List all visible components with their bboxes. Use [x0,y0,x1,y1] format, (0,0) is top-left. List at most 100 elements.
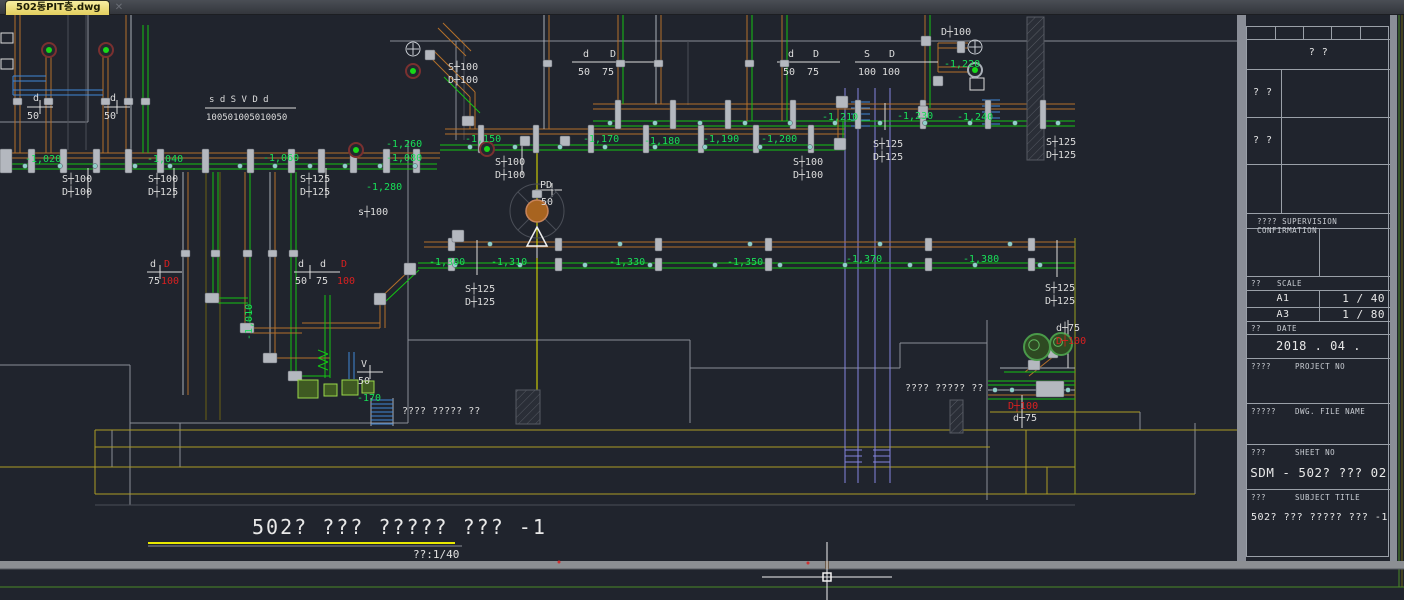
scale-a1-size: A1 [1247,293,1319,304]
title-block: ? ? ? ? ? ? ???? SUPERVISION CONFIRMATIO… [1246,26,1389,557]
svg-text:d┼75: d┼75 [1056,321,1080,334]
date-word: DATE [1277,324,1297,333]
svg-text:D: D [889,49,895,60]
svg-text:75: 75 [807,67,819,78]
sheet-border-band-right [1390,15,1397,561]
tab-close-icon[interactable]: ✕ [112,1,126,14]
svg-text:-1,150: -1,150 [465,134,501,145]
svg-text:-1,190: -1,190 [703,134,739,145]
svg-text:-1,260: -1,260 [386,139,422,150]
svg-text:-1,200: -1,200 [761,134,797,145]
svg-text:-1,230: -1,230 [897,111,933,122]
titleblock-header: ? ? [1247,47,1390,58]
project-label: ???? [1251,362,1271,371]
svg-text:???? ????? ??: ???? ????? ?? [905,383,983,394]
date-label: ?? [1251,324,1261,333]
svg-text:S┼100: S┼100 [62,172,92,185]
svg-text:S┼125: S┼125 [1045,281,1075,294]
svg-text:50: 50 [541,197,553,208]
file-label: ????? [1251,407,1276,416]
svg-text:50: 50 [104,111,116,122]
svg-text:100: 100 [858,67,876,78]
svg-text:???? ????? ??: ???? ????? ?? [402,406,480,417]
svg-text:75: 75 [602,67,614,78]
svg-text:S┼125: S┼125 [1046,135,1076,148]
svg-text:50: 50 [358,376,370,387]
svg-text:D: D [813,49,819,60]
svg-text:-1,380: -1,380 [963,254,999,265]
svg-text:S┼125: S┼125 [465,282,495,295]
sheet-label: ??? [1251,448,1266,457]
subject-label: ??? [1251,493,1266,502]
svg-text:-1,220: -1,220 [944,59,980,70]
titleblock-row2-label: ? ? [1253,135,1273,146]
svg-text:-1,280: -1,280 [366,182,402,193]
svg-text:75: 75 [148,276,160,287]
svg-text:PD: PD [540,180,552,191]
svg-text:-1,080: -1,080 [386,153,422,164]
svg-text:D: D [341,259,347,270]
svg-text:d: d [583,49,589,60]
scale-a3-value: 1 / 80 [1323,308,1385,321]
svg-text:D┼100: D┼100 [448,73,478,86]
svg-text:-1,310: -1,310 [491,257,527,268]
cad-canvas[interactable]: d50d50s d S V D d100501005010050S┼100D┼1… [0,0,1404,600]
svg-text:D┼100: D┼100 [1008,399,1038,412]
sheet-value: SDM - 502? ??? 02 [1247,465,1390,480]
drawing-tab-title: 502동PIT층.dwg [16,2,101,13]
svg-text:-1,350: -1,350 [727,257,763,268]
svg-text:D: D [610,49,616,60]
svg-text:s┼100: s┼100 [358,205,388,218]
scale-a3-size: A3 [1247,309,1319,320]
sheet-word: SHEET NO [1295,448,1335,457]
svg-text:50: 50 [578,67,590,78]
svg-text:D┼100: D┼100 [495,168,525,181]
svg-text:-1,060: -1,060 [263,153,299,164]
svg-text:S: S [864,49,870,60]
scale-word: SCALE [1277,279,1302,288]
drawing-scale-note: ??:1/40 [413,548,459,561]
svg-text:S┼100: S┼100 [793,155,823,168]
svg-text:d: d [320,259,326,270]
svg-text:50: 50 [295,276,307,287]
svg-text:D┼125: D┼125 [465,295,495,308]
project-word: PROJECT NO [1295,362,1345,371]
svg-text:d: d [110,93,116,104]
sheet-border-band-left [1237,15,1246,561]
svg-text:d: d [298,259,304,270]
cad-application: d50d50s d S V D d100501005010050S┼100D┼1… [0,0,1404,600]
svg-text:D┼125: D┼125 [148,185,178,198]
svg-text:100: 100 [882,67,900,78]
svg-text:d: d [788,49,794,60]
svg-text:D┼100: D┼100 [793,168,823,181]
svg-text:-1,300: -1,300 [429,257,465,268]
svg-text:D┼125: D┼125 [873,150,903,163]
svg-text:d┼75: d┼75 [1013,411,1037,424]
svg-text:D┼125: D┼125 [300,185,330,198]
svg-text:D┼100: D┼100 [62,185,92,198]
svg-text:-1,010: -1,010 [244,304,255,340]
svg-text:-1,370: -1,370 [846,254,882,265]
svg-text:75: 75 [316,276,328,287]
svg-text:100: 100 [161,276,179,287]
svg-text:100: 100 [337,276,355,287]
svg-text:S┼100: S┼100 [495,155,525,168]
drawing-tab[interactable]: 502동PIT층.dwg [5,0,110,15]
svg-text:S┼100: S┼100 [448,60,478,73]
scale-label: ?? [1251,279,1261,288]
file-word: DWG. FILE NAME [1295,407,1365,416]
svg-text:d: d [33,93,39,104]
svg-text:V: V [361,359,367,370]
svg-text:S┼125: S┼125 [873,137,903,150]
subject-value: 502? ??? ????? ??? -1 [1251,512,1388,523]
svg-text:100501005010050: 100501005010050 [206,113,287,123]
svg-text:-1,020: -1,020 [25,154,61,165]
svg-text:S┼100: S┼100 [148,172,178,185]
supervision-label: ???? SUPERVISION CONFIRMATION [1257,217,1388,235]
svg-text:-1,040: -1,040 [147,154,183,165]
svg-text:-1,240: -1,240 [957,112,993,123]
svg-text:S┼125: S┼125 [300,172,330,185]
svg-text:s d S V D d: s d S V D d [209,95,269,105]
paper-edge-layer [0,561,1404,570]
drawing-title: 502? ??? ????? ??? -1 [252,515,547,539]
